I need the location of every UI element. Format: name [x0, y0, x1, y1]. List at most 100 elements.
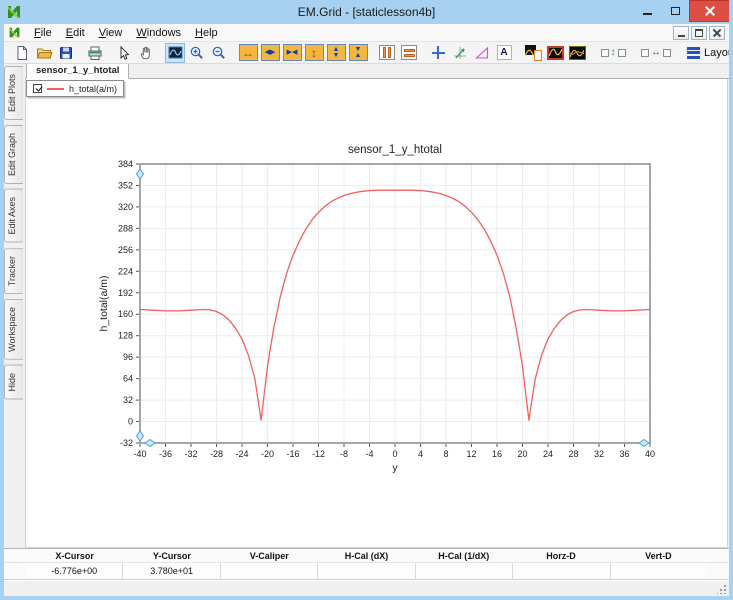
y-tick-label: 32	[123, 395, 133, 405]
tab-sensor-1-y-htotal[interactable]: sensor_1_y_htotal	[26, 62, 130, 79]
close-icon	[705, 6, 715, 16]
app-window: EM.Grid - [staticlesson4b] File Edit Vie…	[0, 0, 733, 600]
x-tick-label: -40	[133, 449, 146, 459]
expand-x-button[interactable]: ↔	[238, 43, 258, 63]
menu-help[interactable]: Help	[188, 26, 225, 40]
shrink-v-button[interactable]: ▼ ▲	[348, 43, 368, 63]
print-button[interactable]	[85, 43, 105, 63]
y-tick-label: 256	[118, 245, 133, 255]
stretch-v-button[interactable]: ▲ ▼	[326, 43, 346, 63]
handle-y-bottom[interactable]	[135, 430, 145, 442]
x-tick-label: -4	[365, 449, 373, 459]
slope-triangle-icon	[475, 46, 489, 59]
menu-file[interactable]: File	[27, 26, 59, 40]
window-title: EM.Grid - [staticlesson4b]	[297, 5, 436, 19]
maximize-button[interactable]	[661, 0, 689, 22]
x-tick-label: 40	[645, 449, 655, 459]
x-tick-label: 0	[392, 449, 397, 459]
sidebar-tab-edit-plots[interactable]: Edit Plots	[4, 66, 23, 121]
shrink-v-icon: ▼ ▲	[348, 44, 368, 61]
title-bar[interactable]: EM.Grid - [staticlesson4b]	[0, 0, 733, 24]
mdi-minimize-button[interactable]	[673, 26, 689, 40]
distribute-vertical-button[interactable]: ↕	[596, 43, 630, 63]
mdi-minimize-icon	[677, 34, 685, 37]
slope-triangle-button[interactable]	[472, 43, 492, 63]
copy-graph-button[interactable]	[523, 43, 543, 63]
vertical-caliper-button[interactable]	[377, 43, 397, 63]
new-file-icon	[17, 45, 27, 60]
distribute-horizontal-button[interactable]: ↔	[639, 43, 673, 63]
sidebar-tab-workspace[interactable]: Workspace	[4, 298, 23, 360]
minimize-icon	[642, 13, 652, 15]
menu-edit[interactable]: Edit	[59, 26, 92, 40]
handle-y-top[interactable]	[135, 168, 145, 180]
zoom-region-icon	[168, 46, 182, 59]
distribute-vertical-icon: ↕	[600, 47, 626, 58]
col-h-cal-dx: H-Cal (dX)	[344, 551, 389, 561]
sidebar-tab-hide[interactable]: Hide	[4, 364, 23, 400]
horizontal-caliper-button[interactable]	[399, 43, 419, 63]
x-tick-label: -16	[286, 449, 299, 459]
value-v-caliper	[219, 563, 318, 580]
close-button[interactable]	[689, 0, 731, 22]
legend-line-sample	[47, 87, 64, 90]
layout-label: Layout	[704, 46, 733, 59]
zoom-out-button[interactable]	[209, 43, 229, 63]
open-folder-icon	[36, 48, 53, 58]
y-tick-label: 96	[123, 352, 133, 362]
sidebar-tab-edit-graph[interactable]: Edit Graph	[4, 125, 23, 185]
value-h-cal-dx	[317, 563, 415, 580]
zoom-region-button[interactable]	[165, 42, 185, 63]
zoom-in-button[interactable]	[187, 43, 207, 63]
y-tick-label: 224	[118, 266, 133, 276]
mdi-restore-button[interactable]	[691, 26, 707, 40]
pan-tool-button[interactable]	[136, 43, 156, 63]
menu-windows[interactable]: Windows	[129, 26, 188, 40]
y-tick-label: 384	[118, 159, 133, 169]
graph-style-button[interactable]	[567, 43, 587, 63]
cursor-arrow-icon	[120, 45, 130, 60]
axes-tool-button[interactable]	[450, 43, 470, 63]
x-tick-label: 20	[517, 449, 527, 459]
print-icon	[88, 46, 102, 60]
col-horz-d: Horz-D	[546, 551, 576, 561]
sidebar-tab-tracker[interactable]: Tracker	[4, 247, 23, 294]
expand-x-icon: ↔	[238, 44, 258, 61]
save-button[interactable]	[56, 43, 76, 63]
x-tick-label: -32	[184, 449, 197, 459]
crosshair-tool-button[interactable]	[428, 43, 448, 63]
y-tick-label: 192	[118, 288, 133, 298]
x-tick-label: 8	[443, 449, 448, 459]
chart[interactable]: -40 -36 -32 -28 -24 -20 -16 -12 -8 -4 0 4 8 12 16 20 24 2…	[95, 138, 680, 483]
y-tick-label: 352	[118, 180, 133, 190]
toolbar: ↔ ◀ ▶ ▶ ◀ ↕ ▲ ▼ ▼ ▲ A ↕ ↔ Layou	[4, 42, 733, 64]
axes-tool-icon	[454, 46, 466, 59]
x-tick-label: 28	[568, 449, 578, 459]
y-tick-label: 288	[118, 223, 133, 233]
y-tick-label: 0	[128, 417, 133, 427]
mdi-close-button[interactable]	[709, 26, 725, 40]
col-x-cursor: X-Cursor	[55, 551, 94, 561]
legend-checkbox[interactable]	[33, 84, 42, 93]
text-annotation-button[interactable]: A	[494, 43, 514, 63]
stretch-h-button[interactable]: ◀ ▶	[260, 43, 280, 63]
y-tick-label: 320	[118, 202, 133, 212]
handle-x-right[interactable]	[638, 438, 650, 448]
mdi-close-icon	[713, 29, 721, 37]
new-file-button[interactable]	[12, 43, 32, 63]
layout-dropdown[interactable]: Layout	[682, 45, 733, 61]
open-file-button[interactable]	[34, 43, 54, 63]
graph-frame-button[interactable]	[545, 43, 565, 63]
expand-y-button[interactable]: ↕	[304, 43, 324, 63]
crosshair-icon	[431, 46, 445, 59]
select-tool-button[interactable]	[114, 43, 134, 63]
minimize-button[interactable]	[633, 0, 661, 22]
handle-x-left[interactable]	[144, 438, 156, 448]
resize-grip-icon[interactable]	[717, 584, 727, 594]
menu-view[interactable]: View	[92, 26, 130, 40]
shrink-h-button[interactable]: ▶ ◀	[282, 43, 302, 63]
y-tick-label: 160	[118, 309, 133, 319]
x-tick-label: 12	[466, 449, 476, 459]
x-tick-label: -36	[159, 449, 172, 459]
sidebar-tab-edit-axes[interactable]: Edit Axes	[4, 189, 23, 243]
